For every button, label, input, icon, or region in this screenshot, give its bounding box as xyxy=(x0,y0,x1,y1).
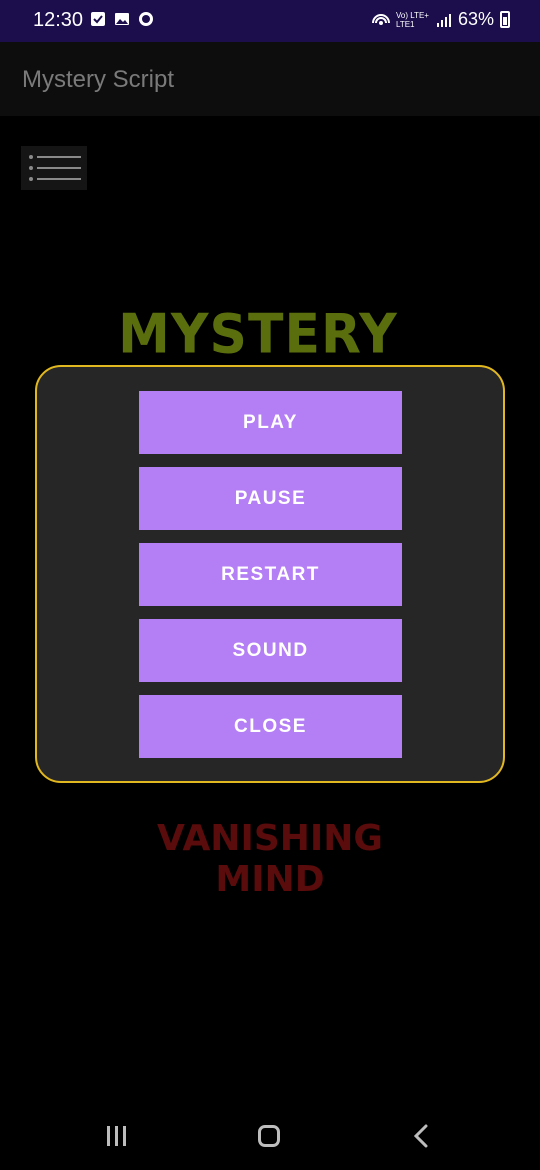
menu-button[interactable] xyxy=(21,146,87,190)
back-icon[interactable] xyxy=(412,1124,430,1148)
whatsapp-icon xyxy=(139,12,153,26)
battery-icon xyxy=(500,11,510,28)
image-icon xyxy=(115,13,129,25)
play-button[interactable]: PLAY xyxy=(139,391,402,454)
app-title: Mystery Script xyxy=(22,66,175,93)
status-notification-icons xyxy=(90,11,154,27)
restart-button[interactable]: RESTART xyxy=(139,543,402,606)
recent-apps-icon[interactable] xyxy=(107,1126,129,1146)
signal-icon xyxy=(436,13,451,27)
pause-menu-dialog: PLAY PAUSE RESTART SOUND CLOSE xyxy=(35,365,505,783)
system-nav-bar xyxy=(0,1108,540,1170)
game-logo-subtitle: VANISHING MIND xyxy=(157,818,383,900)
status-time: 12:30 xyxy=(33,9,84,31)
status-bar: 12:30 Vo) LTE+ LTE1 63% xyxy=(0,0,540,42)
battery-percent: 63% xyxy=(457,9,494,29)
network-indicator: Vo) LTE+ LTE1 xyxy=(395,10,429,29)
checkbox-icon xyxy=(91,12,105,26)
pause-button[interactable]: PAUSE xyxy=(139,467,402,530)
status-right: Vo) LTE+ LTE1 63% xyxy=(371,9,510,30)
hotspot-icon xyxy=(371,13,390,25)
close-button[interactable]: CLOSE xyxy=(139,695,402,758)
sound-button[interactable]: SOUND xyxy=(139,619,402,682)
app-bar: Mystery Script xyxy=(0,42,540,116)
home-icon[interactable] xyxy=(258,1125,280,1147)
